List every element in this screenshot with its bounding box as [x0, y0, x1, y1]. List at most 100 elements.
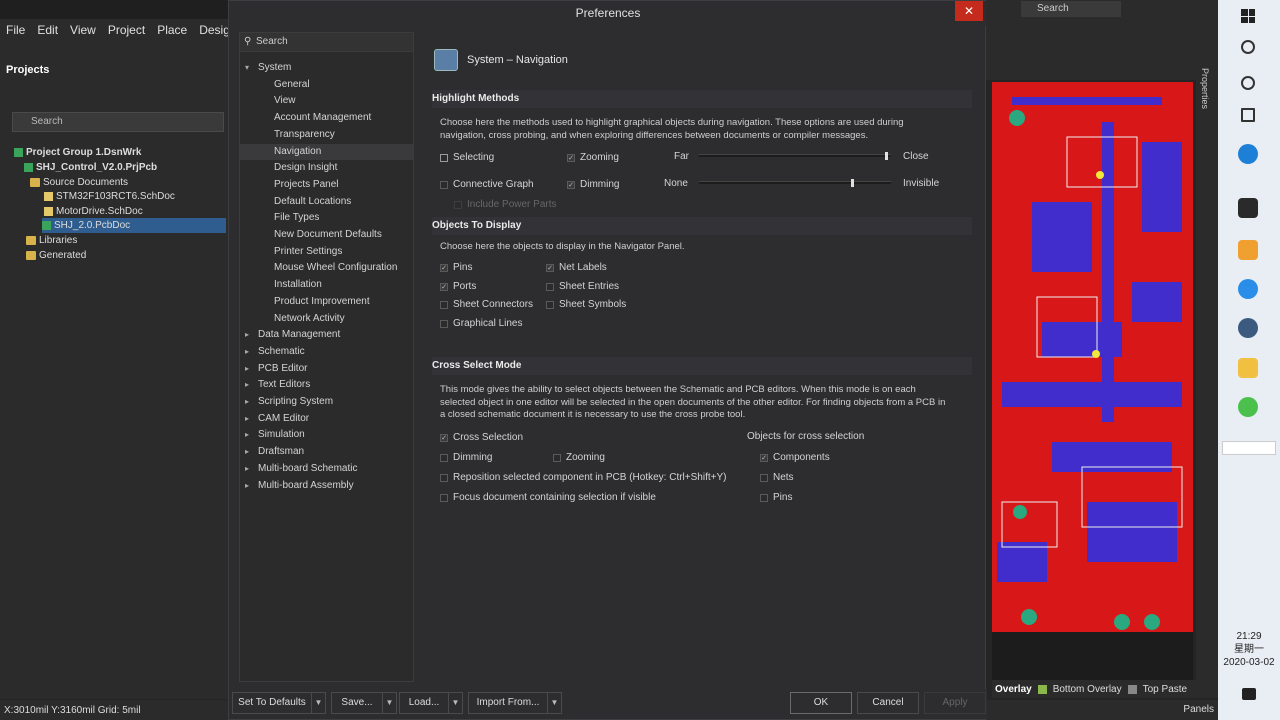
tree-project[interactable]: SHJ_Control_V2.0.PrjPcb [24, 160, 157, 175]
apply-button[interactable]: Apply [924, 692, 986, 714]
chevron-right-icon[interactable]: ▸ [245, 361, 249, 377]
cancel-button[interactable]: Cancel [857, 692, 919, 714]
tree-workspace[interactable]: Project Group 1.DsnWrk [14, 145, 141, 160]
nav-group-text-editors[interactable]: ▸ Text Editors [240, 377, 413, 393]
nav-group-cam-editor[interactable]: ▸ CAM Editor [240, 411, 413, 427]
pcb-canvas[interactable] [992, 82, 1193, 632]
chevron-right-icon[interactable]: ▸ [245, 427, 249, 443]
sheet-entries-checkbox[interactable]: Sheet Entries [546, 281, 619, 292]
reposition-component-checkbox[interactable]: Reposition selected component in PCB (Ho… [440, 472, 726, 483]
set-to-defaults-button[interactable]: Set To Defaults [232, 692, 312, 714]
app-icon[interactable] [1238, 240, 1258, 260]
messenger-icon[interactable] [1238, 279, 1258, 299]
load-dropdown[interactable]: ▼ [449, 692, 463, 714]
chevron-right-icon[interactable]: ▸ [245, 478, 249, 494]
nav-item-general[interactable]: General [240, 77, 413, 93]
nav-item-new-document-defaults[interactable]: New Document Defaults [240, 227, 413, 243]
load-button[interactable]: Load... [399, 692, 449, 714]
tree-source-documents[interactable]: Source Documents [30, 175, 128, 190]
settings-app-icon[interactable] [1238, 318, 1258, 338]
cross-pins-checkbox[interactable]: Pins [760, 492, 792, 503]
pins-checkbox[interactable]: ✓ Pins [440, 262, 472, 273]
include-power-parts-checkbox[interactable]: Include Power Parts [454, 199, 557, 210]
menu-project[interactable]: Project [102, 23, 151, 37]
properties-panel-tab[interactable]: Properties [1196, 60, 1218, 680]
set-to-defaults-dropdown[interactable]: ▼ [312, 692, 326, 714]
nav-item-design-insight[interactable]: Design Insight [240, 160, 413, 176]
nav-item-mouse-wheel-configuration[interactable]: Mouse Wheel Configuration [240, 260, 413, 276]
selecting-checkbox[interactable]: Selecting [440, 152, 494, 163]
import-from-button[interactable]: Import From... [468, 692, 548, 714]
save-button[interactable]: Save... [331, 692, 383, 714]
nav-item-network-activity[interactable]: Network Activity [240, 311, 413, 327]
chevron-right-icon[interactable]: ▸ [245, 394, 249, 410]
nav-item-projects-panel[interactable]: Projects Panel [240, 177, 413, 193]
tree-doc[interactable]: STM32F103RCT6.SchDoc [44, 189, 175, 204]
nav-group-schematic[interactable]: ▸ Schematic [240, 344, 413, 360]
windows-start-icon[interactable] [1241, 9, 1255, 23]
menu-place[interactable]: Place [151, 23, 193, 37]
tree-libraries[interactable]: Libraries [26, 233, 77, 248]
nav-group-system[interactable]: ▾ System [240, 60, 413, 76]
import-from-dropdown[interactable]: ▼ [548, 692, 562, 714]
zooming-checkbox[interactable]: ✓ Zooming [567, 152, 619, 163]
nav-item-view[interactable]: View [240, 93, 413, 109]
nav-item-account-management[interactable]: Account Management [240, 110, 413, 126]
close-button[interactable]: ✕ [955, 1, 983, 21]
nav-item-default-locations[interactable]: Default Locations [240, 194, 413, 210]
nav-group-data-management[interactable]: ▸ Data Management [240, 327, 413, 343]
sheet-connectors-checkbox[interactable]: Sheet Connectors [440, 299, 533, 310]
wechat-icon[interactable] [1238, 397, 1258, 417]
layer-tab-overlay[interactable]: Overlay [992, 684, 1032, 695]
menu-edit[interactable]: Edit [31, 23, 64, 37]
taskbar-clock[interactable]: 21:29 星期一 2020-03-02 [1218, 630, 1280, 669]
chevron-right-icon[interactable]: ▸ [245, 461, 249, 477]
tree-doc[interactable]: MotorDrive.SchDoc [44, 204, 143, 219]
nav-item-product-improvement[interactable]: Product Improvement [240, 294, 413, 310]
panels-button[interactable]: Panels [1183, 704, 1214, 715]
tree-generated[interactable]: Generated [26, 248, 86, 263]
cross-dimming-checkbox[interactable]: Dimming [440, 452, 492, 463]
altium-icon[interactable] [1238, 198, 1258, 218]
layer-tab-bottom-overlay[interactable]: Bottom Overlay [1053, 684, 1122, 695]
cross-zooming-checkbox[interactable]: Zooming [553, 452, 605, 463]
tree-doc-selected[interactable]: SHJ_2.0.PcbDoc [42, 218, 226, 233]
nav-group-multi-board-assembly[interactable]: ▸ Multi-board Assembly [240, 478, 413, 494]
chevron-right-icon[interactable]: ▸ [245, 444, 249, 460]
nav-item-transparency[interactable]: Transparency [240, 127, 413, 143]
search-icon[interactable] [1241, 40, 1255, 54]
zoom-precision-slider[interactable] [699, 152, 891, 160]
chevron-right-icon[interactable]: ▸ [245, 327, 249, 343]
chevron-down-icon[interactable]: ▾ [245, 60, 249, 76]
projects-search-input[interactable]: Search [12, 112, 224, 132]
file-explorer-icon[interactable] [1238, 358, 1258, 378]
slider-thumb[interactable] [851, 179, 854, 187]
top-search-input[interactable]: Search [1021, 1, 1121, 17]
save-dropdown[interactable]: ▼ [383, 692, 397, 714]
cortana-icon[interactable] [1241, 76, 1255, 90]
notification-icon[interactable] [1242, 688, 1256, 700]
nav-search-input[interactable]: ⚲ Search [240, 33, 413, 52]
nets-checkbox[interactable]: Nets [760, 472, 794, 483]
nav-item-navigation[interactable]: Navigation [240, 143, 413, 160]
nav-group-scripting-system[interactable]: ▸ Scripting System [240, 394, 413, 410]
chevron-right-icon[interactable]: ▸ [245, 377, 249, 393]
connective-graph-checkbox[interactable]: Connective Graph [440, 179, 534, 190]
menu-view[interactable]: View [64, 23, 102, 37]
nav-item-installation[interactable]: Installation [240, 277, 413, 293]
nav-group-draftsman[interactable]: ▸ Draftsman [240, 444, 413, 460]
ports-checkbox[interactable]: ✓ Ports [440, 281, 476, 292]
nav-group-simulation[interactable]: ▸ Simulation [240, 427, 413, 443]
chevron-right-icon[interactable]: ▸ [245, 411, 249, 427]
tray-scroller[interactable] [1222, 441, 1276, 455]
net-labels-checkbox[interactable]: ✓ Net Labels [546, 262, 607, 273]
sheet-symbols-checkbox[interactable]: Sheet Symbols [546, 299, 626, 310]
ok-button[interactable]: OK [790, 692, 852, 714]
dim-level-slider[interactable] [699, 179, 891, 187]
dimming-checkbox[interactable]: ✓ Dimming [567, 179, 619, 190]
chevron-right-icon[interactable]: ▸ [245, 344, 249, 360]
components-checkbox[interactable]: ✓ Components [760, 452, 830, 463]
graphical-lines-checkbox[interactable]: Graphical Lines [440, 318, 522, 329]
edge-icon[interactable] [1238, 144, 1258, 164]
cross-selection-checkbox[interactable]: ✓ Cross Selection [440, 432, 523, 443]
